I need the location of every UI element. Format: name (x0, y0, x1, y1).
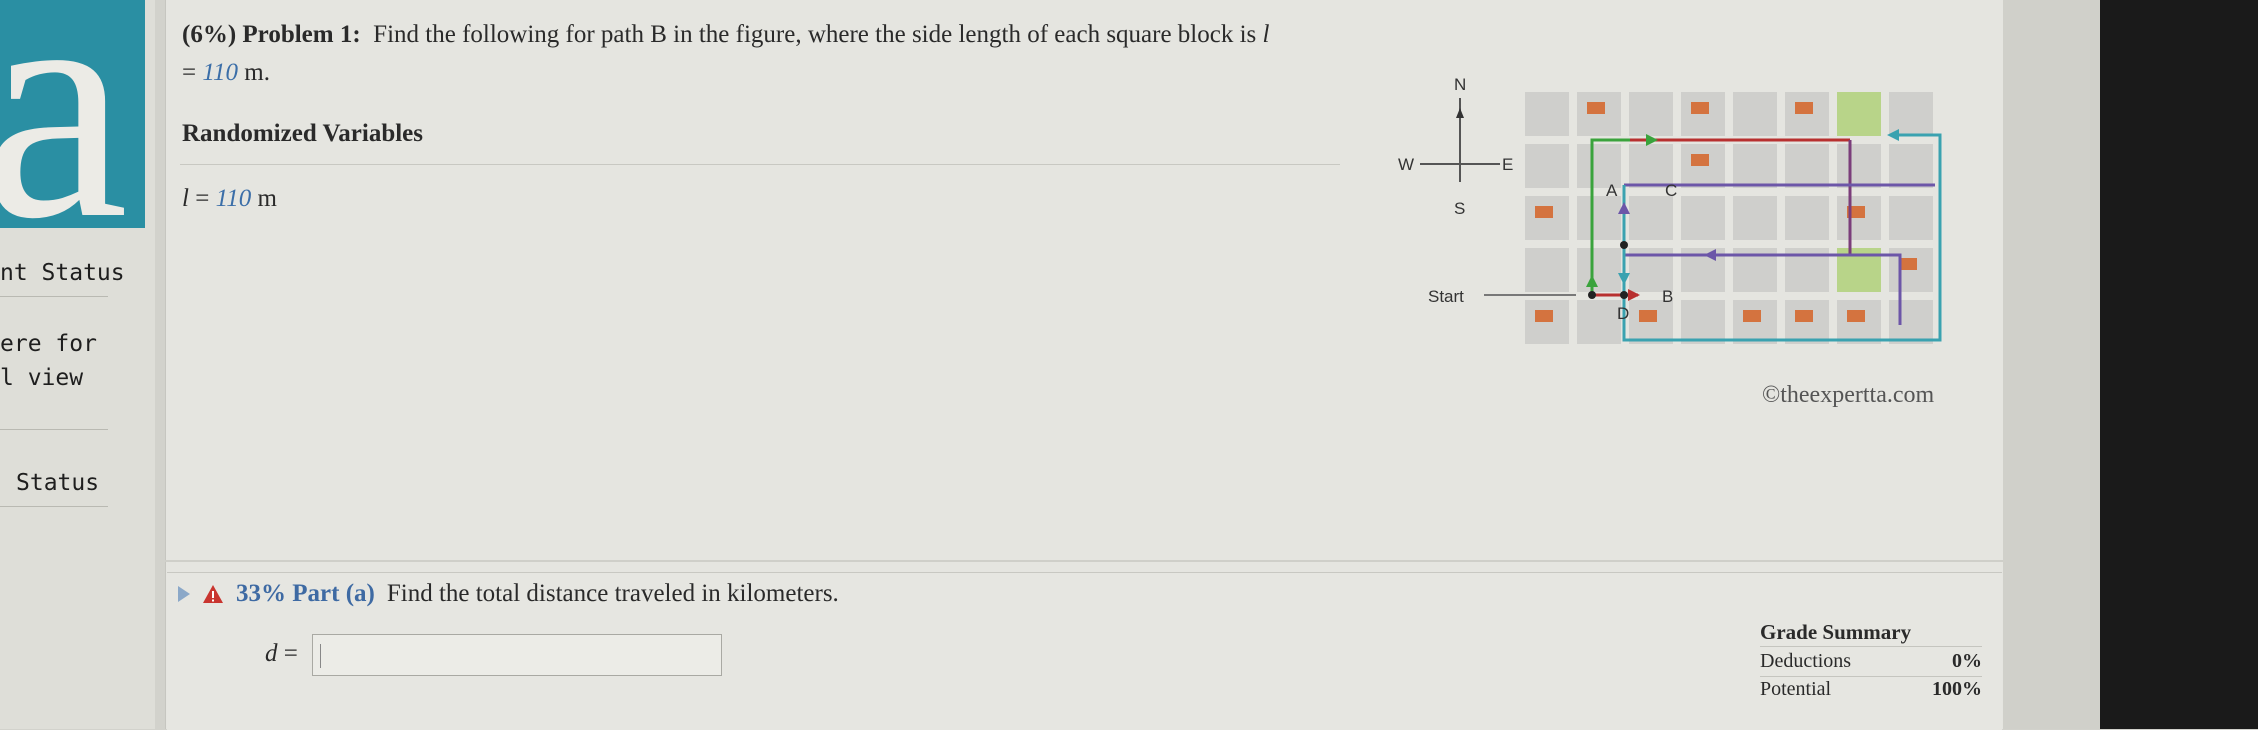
answer-input[interactable] (312, 634, 722, 676)
city-block (1525, 144, 1569, 188)
sidebar-divider (0, 296, 108, 297)
sidebar-divider (0, 506, 108, 507)
label-a: A (1606, 181, 1618, 200)
problem-var: l (1262, 21, 1270, 48)
building-icon (1847, 310, 1865, 322)
city-block (1889, 196, 1933, 240)
path-figure: N S E W A B C D Start (1398, 75, 1942, 344)
building-icon (1535, 206, 1553, 218)
city-block (1577, 196, 1621, 240)
grade-divider (1760, 676, 1982, 677)
sidebar-item-status-2[interactable]: Status (16, 470, 99, 496)
city-block (1785, 144, 1829, 188)
app-logo: a (0, 0, 145, 228)
sidebar: a nt Status ere for l view Status (0, 0, 155, 729)
building-icon (1691, 154, 1709, 166)
building-icon (1535, 310, 1553, 322)
problem-prefix: (6%) Problem 1: (182, 21, 361, 48)
compass-e: E (1502, 155, 1513, 174)
sidebar-divider (0, 429, 108, 430)
compass-icon: N S E W (1398, 75, 1513, 218)
window-gap (2003, 0, 2100, 729)
randomized-variables-title: Randomized Variables (182, 120, 424, 147)
randomized-divider (180, 164, 1340, 165)
rv-value: 110 (215, 185, 252, 212)
answer-label: d = (265, 640, 298, 667)
building-icon (1691, 102, 1709, 114)
part-a-label: 33% Part (a) (236, 580, 375, 607)
compass-w: W (1398, 155, 1414, 174)
screen-bezel (2100, 0, 2258, 729)
building-icon (1795, 102, 1813, 114)
expand-triangle-icon[interactable] (178, 586, 190, 602)
city-block (1525, 248, 1569, 292)
compass-s: S (1454, 199, 1465, 218)
grade-divider (1760, 646, 1982, 647)
rv-var: l (182, 185, 189, 212)
label-b: B (1662, 287, 1673, 306)
city-block (1785, 196, 1829, 240)
grade-row-deductions: Deductions 0% (1760, 650, 1982, 672)
randomized-variable-line: l = 110 m (182, 185, 277, 213)
city-block (1837, 144, 1881, 188)
city-block (1733, 196, 1777, 240)
rv-unit: m (251, 185, 277, 212)
grade-summary-title: Grade Summary (1760, 620, 1912, 644)
city-block (1629, 196, 1673, 240)
problem-statement: (6%) Problem 1: Find the following for p… (182, 16, 1362, 92)
grade-row-potential: Potential 100% (1760, 678, 1982, 700)
part-a-header[interactable]: 33% Part (a) Find the total distance tra… (178, 580, 839, 608)
problem-eq: = (182, 59, 203, 86)
problem-unit: m. (238, 59, 270, 86)
rv-eq: = (188, 185, 216, 212)
building-icon (1743, 310, 1761, 322)
city-block (1681, 196, 1725, 240)
label-start: Start (1428, 287, 1464, 306)
warning-icon (203, 585, 223, 603)
city-block (1525, 92, 1569, 136)
building-icon (1639, 310, 1657, 322)
city-block (1733, 144, 1777, 188)
city-block (1733, 92, 1777, 136)
city-block (1577, 300, 1621, 344)
city-block (1889, 144, 1933, 188)
building-icon (1795, 310, 1813, 322)
compass-n: N (1454, 75, 1466, 94)
city-block (1889, 300, 1933, 344)
city-block (1837, 92, 1881, 136)
sidebar-item-status[interactable]: nt Status (0, 260, 125, 286)
city-block (1629, 92, 1673, 136)
city-block (1889, 92, 1933, 136)
problem-text: Find the following for path B in the fig… (373, 21, 1257, 48)
text-caret (320, 644, 321, 668)
problem-value: 110 (202, 59, 239, 86)
city-blocks (1525, 92, 1933, 344)
section-divider (165, 560, 2003, 562)
building-icon (1899, 258, 1917, 270)
part-a-prompt: Find the total distance traveled in kilo… (386, 580, 839, 607)
logo-letter-icon: a (0, 0, 129, 228)
label-c: C (1665, 181, 1677, 200)
building-icon (1587, 102, 1605, 114)
city-block (1681, 300, 1725, 344)
copyright-text: ©theexpertta.com (1762, 382, 1935, 408)
label-d: D (1617, 304, 1629, 323)
sidebar-item-here-for[interactable]: ere for (0, 331, 97, 357)
sidebar-item-view[interactable]: l view (0, 365, 83, 391)
city-block (1577, 248, 1621, 292)
